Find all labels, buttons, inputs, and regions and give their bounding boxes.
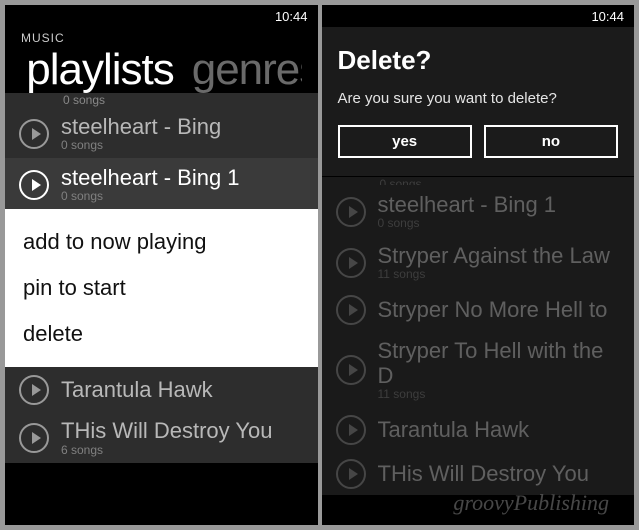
- dialog-title: Delete?: [338, 45, 619, 76]
- playlist-title: Tarantula Hawk: [61, 378, 304, 402]
- playlist-item[interactable]: steelheart - Bing 0 songs: [5, 107, 318, 158]
- pivot-next[interactable]: genres: [192, 45, 302, 95]
- play-icon[interactable]: [19, 423, 49, 453]
- playlist-list-dimmed: 0 songs steelheart - Bing 1 0 songs Stry…: [322, 177, 635, 495]
- pivot-active[interactable]: playlists: [26, 45, 174, 95]
- playlist-title: Stryper Against the Law: [378, 244, 610, 268]
- status-bar: 10:44: [5, 5, 318, 27]
- play-icon: [336, 248, 366, 278]
- playlist-title: THis Will Destroy You: [61, 419, 304, 443]
- playlist-list[interactable]: 0 songs steelheart - Bing 0 songs steelh…: [5, 93, 318, 463]
- playlist-subcount: 11 songs: [378, 267, 610, 281]
- app-title: MUSIC: [21, 31, 302, 45]
- ctx-delete[interactable]: delete: [5, 311, 318, 357]
- play-icon: [336, 355, 366, 385]
- status-time: 10:44: [591, 9, 624, 24]
- playlist-title: THis Will Destroy You: [378, 462, 590, 486]
- playlist-subcount: 0 songs: [61, 189, 304, 203]
- playlist-title: Stryper No More Hell to: [378, 298, 608, 322]
- ctx-add-to-now-playing[interactable]: add to now playing: [5, 219, 318, 265]
- playlist-item[interactable]: THis Will Destroy You 6 songs: [5, 411, 318, 462]
- playlist-title: Stryper To Hell with the D: [378, 339, 621, 387]
- playlist-item[interactable]: Tarantula Hawk: [5, 367, 318, 411]
- playlist-subcount: 6 songs: [61, 443, 304, 457]
- playlist-item: Stryper No More Hell to: [322, 287, 635, 331]
- playlist-item: Stryper To Hell with the D 11 songs: [322, 331, 635, 406]
- play-icon[interactable]: [19, 119, 49, 149]
- clipped-subcount: 0 songs: [322, 177, 635, 185]
- playlist-subcount: 0 songs: [378, 216, 557, 230]
- playlist-subcount: 0 songs: [61, 138, 304, 152]
- playlist-title: steelheart - Bing 1: [378, 193, 557, 217]
- phone-left: 10:44 MUSIC ts playlists genres 0 songs …: [5, 5, 318, 525]
- phone-right: 10:44 Delete? Are you sure you want to d…: [322, 5, 635, 525]
- status-bar: 10:44: [322, 5, 635, 27]
- delete-dialog: Delete? Are you sure you want to delete?…: [322, 27, 635, 177]
- playlist-title: Tarantula Hawk: [378, 418, 530, 442]
- context-menu: add to now playing pin to start delete: [5, 209, 318, 367]
- play-icon: [336, 295, 366, 325]
- play-icon: [336, 415, 366, 445]
- playlist-item: Stryper Against the Law 11 songs: [322, 236, 635, 287]
- music-header: MUSIC ts playlists genres: [5, 27, 318, 97]
- playlist-item: THis Will Destroy You: [322, 451, 635, 495]
- playlist-title: steelheart - Bing 1: [61, 166, 304, 190]
- playlist-subcount: 11 songs: [378, 387, 621, 401]
- play-icon[interactable]: [19, 375, 49, 405]
- playlist-item: Tarantula Hawk: [322, 407, 635, 451]
- playlist-item: steelheart - Bing 1 0 songs: [322, 185, 635, 236]
- dialog-message: Are you sure you want to delete?: [338, 90, 619, 107]
- ctx-pin-to-start[interactable]: pin to start: [5, 265, 318, 311]
- play-icon[interactable]: [19, 170, 49, 200]
- status-time: 10:44: [275, 9, 308, 24]
- pivot-tabs[interactable]: ts playlists genres: [21, 45, 302, 97]
- clipped-subcount: 0 songs: [5, 93, 318, 107]
- playlist-title: steelheart - Bing: [61, 115, 304, 139]
- play-icon: [336, 459, 366, 489]
- yes-button[interactable]: yes: [338, 125, 472, 158]
- play-icon: [336, 197, 366, 227]
- playlist-item-selected[interactable]: steelheart - Bing 1 0 songs: [5, 158, 318, 209]
- no-button[interactable]: no: [484, 125, 618, 158]
